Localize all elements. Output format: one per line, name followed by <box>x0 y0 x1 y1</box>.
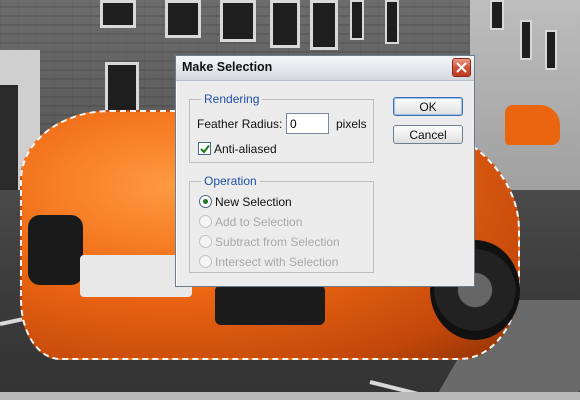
building-window <box>220 0 256 42</box>
rendering-group-label: Rendering <box>201 92 263 106</box>
building-window <box>100 0 136 28</box>
building-window <box>385 0 399 44</box>
door <box>0 85 18 190</box>
intersect-with-selection-label: Intersect with Selection <box>215 255 339 269</box>
anti-aliased-label: Anti-aliased <box>214 142 277 156</box>
building-window <box>270 0 300 48</box>
add-to-selection-label: Add to Selection <box>215 215 303 229</box>
close-button[interactable] <box>452 58 471 77</box>
subtract-from-selection-radio[interactable] <box>199 235 212 248</box>
make-selection-dialog: Make Selection Rendering Feather Radius:… <box>175 55 475 287</box>
car-grille <box>28 215 83 285</box>
anti-aliased-checkbox[interactable] <box>198 142 211 155</box>
car-vent <box>215 285 325 325</box>
subtract-from-selection-label: Subtract from Selection <box>215 235 340 249</box>
building-window <box>310 0 338 50</box>
building-window <box>545 30 557 70</box>
feather-radius-input[interactable] <box>286 113 329 134</box>
building-window <box>490 0 504 30</box>
operation-group-label: Operation <box>201 174 260 188</box>
dialog-title: Make Selection <box>182 60 273 74</box>
new-selection-radio[interactable] <box>199 195 212 208</box>
checkmark-icon <box>200 144 210 154</box>
new-selection-label: New Selection <box>215 195 292 209</box>
building-window <box>520 20 532 60</box>
building-window <box>350 0 364 40</box>
bottom-strip <box>0 392 580 400</box>
cancel-button[interactable]: Cancel <box>393 125 463 144</box>
dialog-titlebar[interactable]: Make Selection <box>176 56 474 81</box>
feather-radius-unit: pixels <box>336 117 367 131</box>
ok-button[interactable]: OK <box>393 97 463 116</box>
feather-radius-label: Feather Radius: <box>197 117 283 131</box>
intersect-with-selection-radio[interactable] <box>199 255 212 268</box>
building-window <box>165 0 201 38</box>
add-to-selection-radio[interactable] <box>199 215 212 228</box>
car-mirror <box>505 105 560 145</box>
